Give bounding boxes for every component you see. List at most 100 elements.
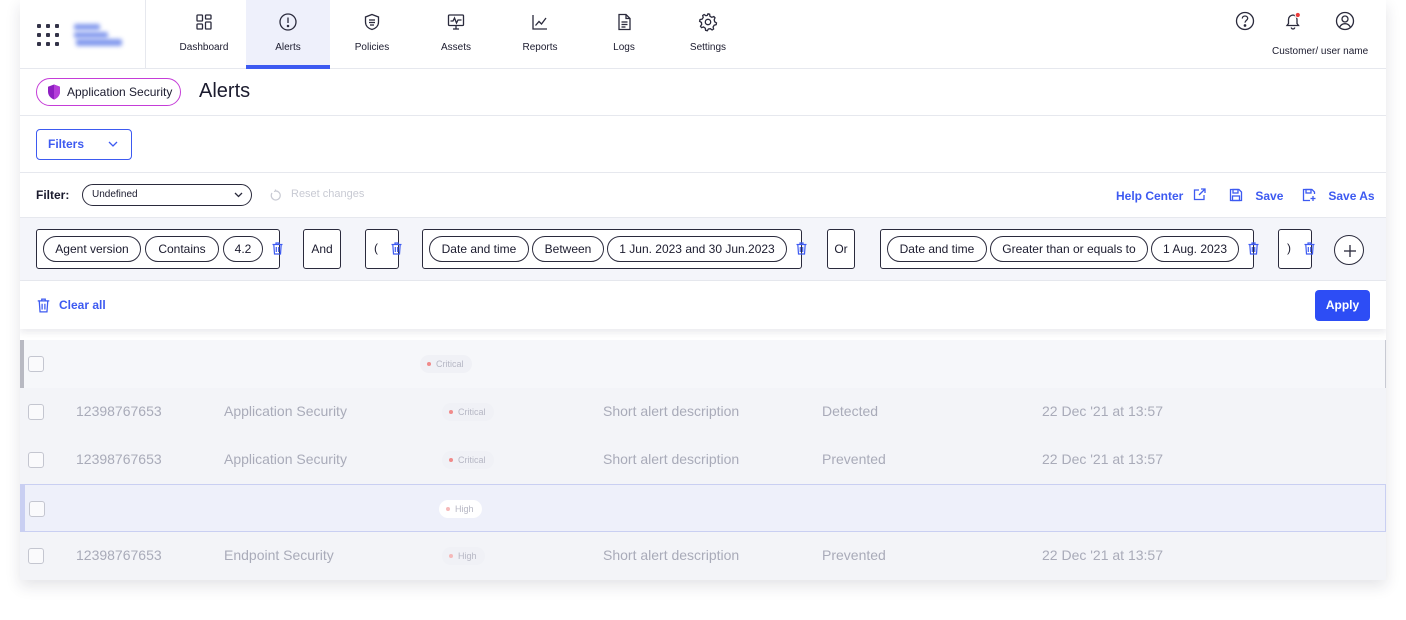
nav-divider: [145, 0, 146, 68]
help-center-link[interactable]: Help Center: [1116, 188, 1206, 203]
top-navigation: Dashboard Alerts Policies Assets Reports…: [20, 0, 1386, 69]
condition-group[interactable]: Date and time Greater than or equals to …: [880, 229, 1259, 269]
severity-badge: High: [439, 500, 482, 518]
app-launcher-icon[interactable]: [37, 24, 59, 46]
table-row[interactable]: 12398767653 Application Security Critica…: [20, 388, 1386, 436]
condition-group[interactable]: Agent version Contains 4.2: [36, 229, 283, 269]
nav-item-dashboard[interactable]: Dashboard: [162, 0, 246, 68]
trash-icon: [796, 242, 807, 255]
filter-label: Filter:: [36, 188, 70, 202]
save-button[interactable]: Save: [1229, 188, 1283, 203]
open-parenthesis: (: [369, 236, 383, 262]
trash-icon: [272, 242, 283, 255]
table-row-selected[interactable]: High: [20, 484, 1386, 532]
severity-badge: Critical: [420, 355, 472, 373]
help-center-label: Help Center: [1116, 189, 1184, 203]
table-row[interactable]: 12398767653 Application Security Critica…: [20, 436, 1386, 484]
nav-item-assets[interactable]: Assets: [414, 0, 498, 68]
row-checkbox[interactable]: [29, 501, 45, 517]
row-checkbox[interactable]: [28, 404, 44, 420]
value-chip[interactable]: 1 Aug. 2023: [1151, 236, 1239, 262]
table-row[interactable]: 12398767653 Endpoint Security High Short…: [20, 532, 1386, 580]
delete-condition-button[interactable]: [267, 238, 289, 260]
shield-list-icon: [364, 13, 380, 31]
alert-id: 12398767653: [76, 403, 162, 419]
alert-product: Application Security: [224, 451, 347, 467]
logical-operator-or[interactable]: Or: [827, 229, 855, 269]
open-parenthesis-group[interactable]: (: [365, 229, 402, 269]
nav-item-reports[interactable]: Reports: [498, 0, 582, 68]
clear-all-button[interactable]: Clear all: [37, 298, 106, 313]
operator-chip[interactable]: Between: [532, 236, 604, 262]
add-condition-button[interactable]: [1334, 235, 1364, 265]
alert-time: 22 Dec '21 at 13:57: [1042, 547, 1163, 563]
trash-icon: [1248, 242, 1259, 255]
reset-changes-label: Reset changes: [291, 188, 365, 200]
nav-item-logs[interactable]: Logs: [582, 0, 666, 68]
app-window: Dashboard Alerts Policies Assets Reports…: [20, 0, 1386, 580]
chevron-down-icon: [234, 192, 243, 198]
saved-filter-select[interactable]: Undefined: [82, 184, 252, 206]
filters-dropdown-button[interactable]: Filters: [36, 129, 132, 160]
logical-operator-and[interactable]: And: [303, 229, 341, 269]
trash-icon: [1304, 242, 1315, 255]
company-logo: [72, 22, 126, 48]
alert-description: Short alert description: [603, 547, 740, 563]
save-label: Save: [1255, 189, 1284, 203]
nav-label: Reports: [522, 42, 558, 53]
product-badge[interactable]: Application Security: [36, 78, 182, 106]
plus-icon: [1344, 245, 1356, 257]
value-chip[interactable]: 4.2: [223, 236, 263, 262]
trash-icon: [37, 298, 50, 313]
condition-group[interactable]: Date and time Between 1 Jun. 2023 and 30…: [422, 229, 807, 269]
notification-bell-icon[interactable]: [1282, 10, 1304, 32]
chevron-down-icon: [108, 141, 118, 147]
dashboard-icon: [196, 14, 212, 30]
nav-label: Policies: [354, 42, 390, 53]
alert-product: Endpoint Security: [224, 547, 334, 563]
delete-condition-button[interactable]: [791, 238, 813, 260]
value-chip[interactable]: 1 Jun. 2023 and 30 Jun.2023: [607, 236, 787, 262]
filter-actions: Clear all Apply: [20, 281, 1386, 329]
operator-chip[interactable]: Greater than or equals to: [990, 236, 1148, 262]
row-checkbox[interactable]: [28, 548, 44, 564]
gear-icon: [698, 13, 718, 32]
table-row[interactable]: Critical: [20, 340, 1386, 388]
nav-label: Assets: [440, 42, 471, 53]
reset-icon: [270, 189, 281, 201]
nav-item-settings[interactable]: Settings: [666, 0, 750, 68]
delete-parenthesis-button[interactable]: [386, 238, 408, 260]
save-as-button[interactable]: Save As: [1302, 188, 1375, 203]
apply-button[interactable]: Apply: [1315, 290, 1370, 321]
row-checkbox[interactable]: [28, 452, 44, 468]
field-chip[interactable]: Date and time: [887, 236, 987, 262]
field-chip[interactable]: Date and time: [429, 236, 529, 262]
delete-parenthesis-button[interactable]: [1299, 238, 1321, 260]
nav-item-policies[interactable]: Policies: [330, 0, 414, 68]
alert-time: 22 Dec '21 at 13:57: [1042, 451, 1163, 467]
alert-description: Short alert description: [603, 451, 740, 467]
product-badge-label: Application Security: [67, 85, 173, 99]
severity-badge: Critical: [442, 403, 494, 421]
row-checkbox[interactable]: [28, 356, 44, 372]
field-chip[interactable]: Agent version: [43, 236, 141, 262]
shield-icon: [48, 84, 60, 100]
user-avatar-icon[interactable]: [1334, 10, 1356, 32]
help-icon[interactable]: [1234, 10, 1256, 32]
delete-condition-button[interactable]: [1243, 238, 1265, 260]
document-icon: [618, 13, 631, 31]
close-parenthesis: ): [1282, 236, 1296, 262]
nav-item-alerts[interactable]: Alerts: [246, 0, 330, 69]
trash-icon: [391, 242, 402, 255]
alert-status: Prevented: [822, 451, 886, 467]
filters-bar: Filters: [20, 116, 1386, 173]
nav-label: Alerts: [275, 42, 301, 53]
reset-changes-button[interactable]: Reset changes: [269, 188, 365, 201]
alert-product: Application Security: [224, 403, 347, 419]
saved-filter-value: Undefined: [92, 189, 138, 200]
page-title: Alerts: [199, 80, 251, 102]
operator-chip[interactable]: Contains: [145, 236, 219, 262]
user-name[interactable]: Customer/ user name: [1272, 46, 1368, 57]
close-parenthesis-group[interactable]: ): [1278, 229, 1315, 269]
save-as-label: Save As: [1328, 189, 1375, 203]
